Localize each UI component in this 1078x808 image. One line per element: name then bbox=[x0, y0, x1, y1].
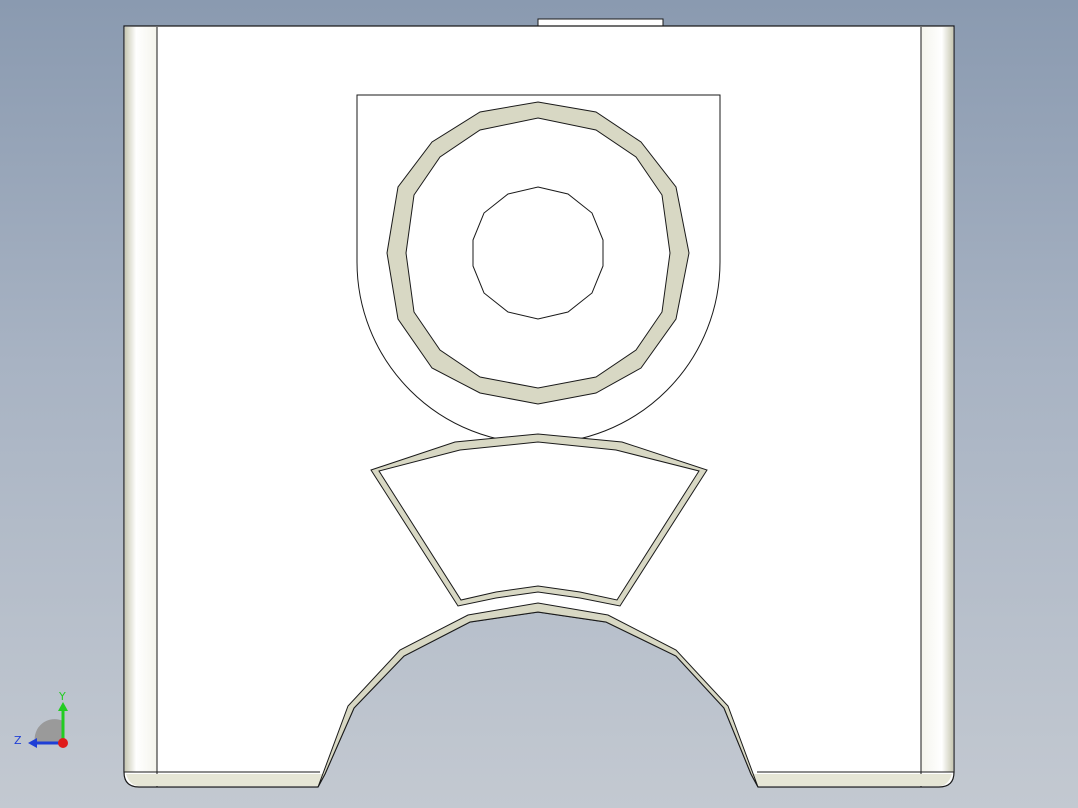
cad-graphics-viewport[interactable]: Y Z bbox=[0, 0, 1078, 808]
x-axis-dot-icon bbox=[58, 738, 68, 748]
right-bend-flange bbox=[921, 27, 953, 772]
bottom-fillet-left bbox=[126, 774, 324, 786]
y-axis-label: Y bbox=[58, 690, 66, 703]
left-bend-flange bbox=[125, 27, 157, 772]
bottom-fillet-right bbox=[752, 774, 952, 786]
triad-quadrant-shade bbox=[34, 719, 63, 743]
view-orientation-triad-icon[interactable]: Y Z bbox=[10, 686, 80, 756]
y-axis-arrowhead-icon bbox=[58, 702, 68, 711]
z-axis-arrowhead-icon bbox=[28, 738, 37, 748]
sheet-metal-part-model[interactable] bbox=[0, 0, 1078, 808]
z-axis-label: Z bbox=[14, 734, 22, 747]
center-hole[interactable] bbox=[472, 186, 604, 320]
